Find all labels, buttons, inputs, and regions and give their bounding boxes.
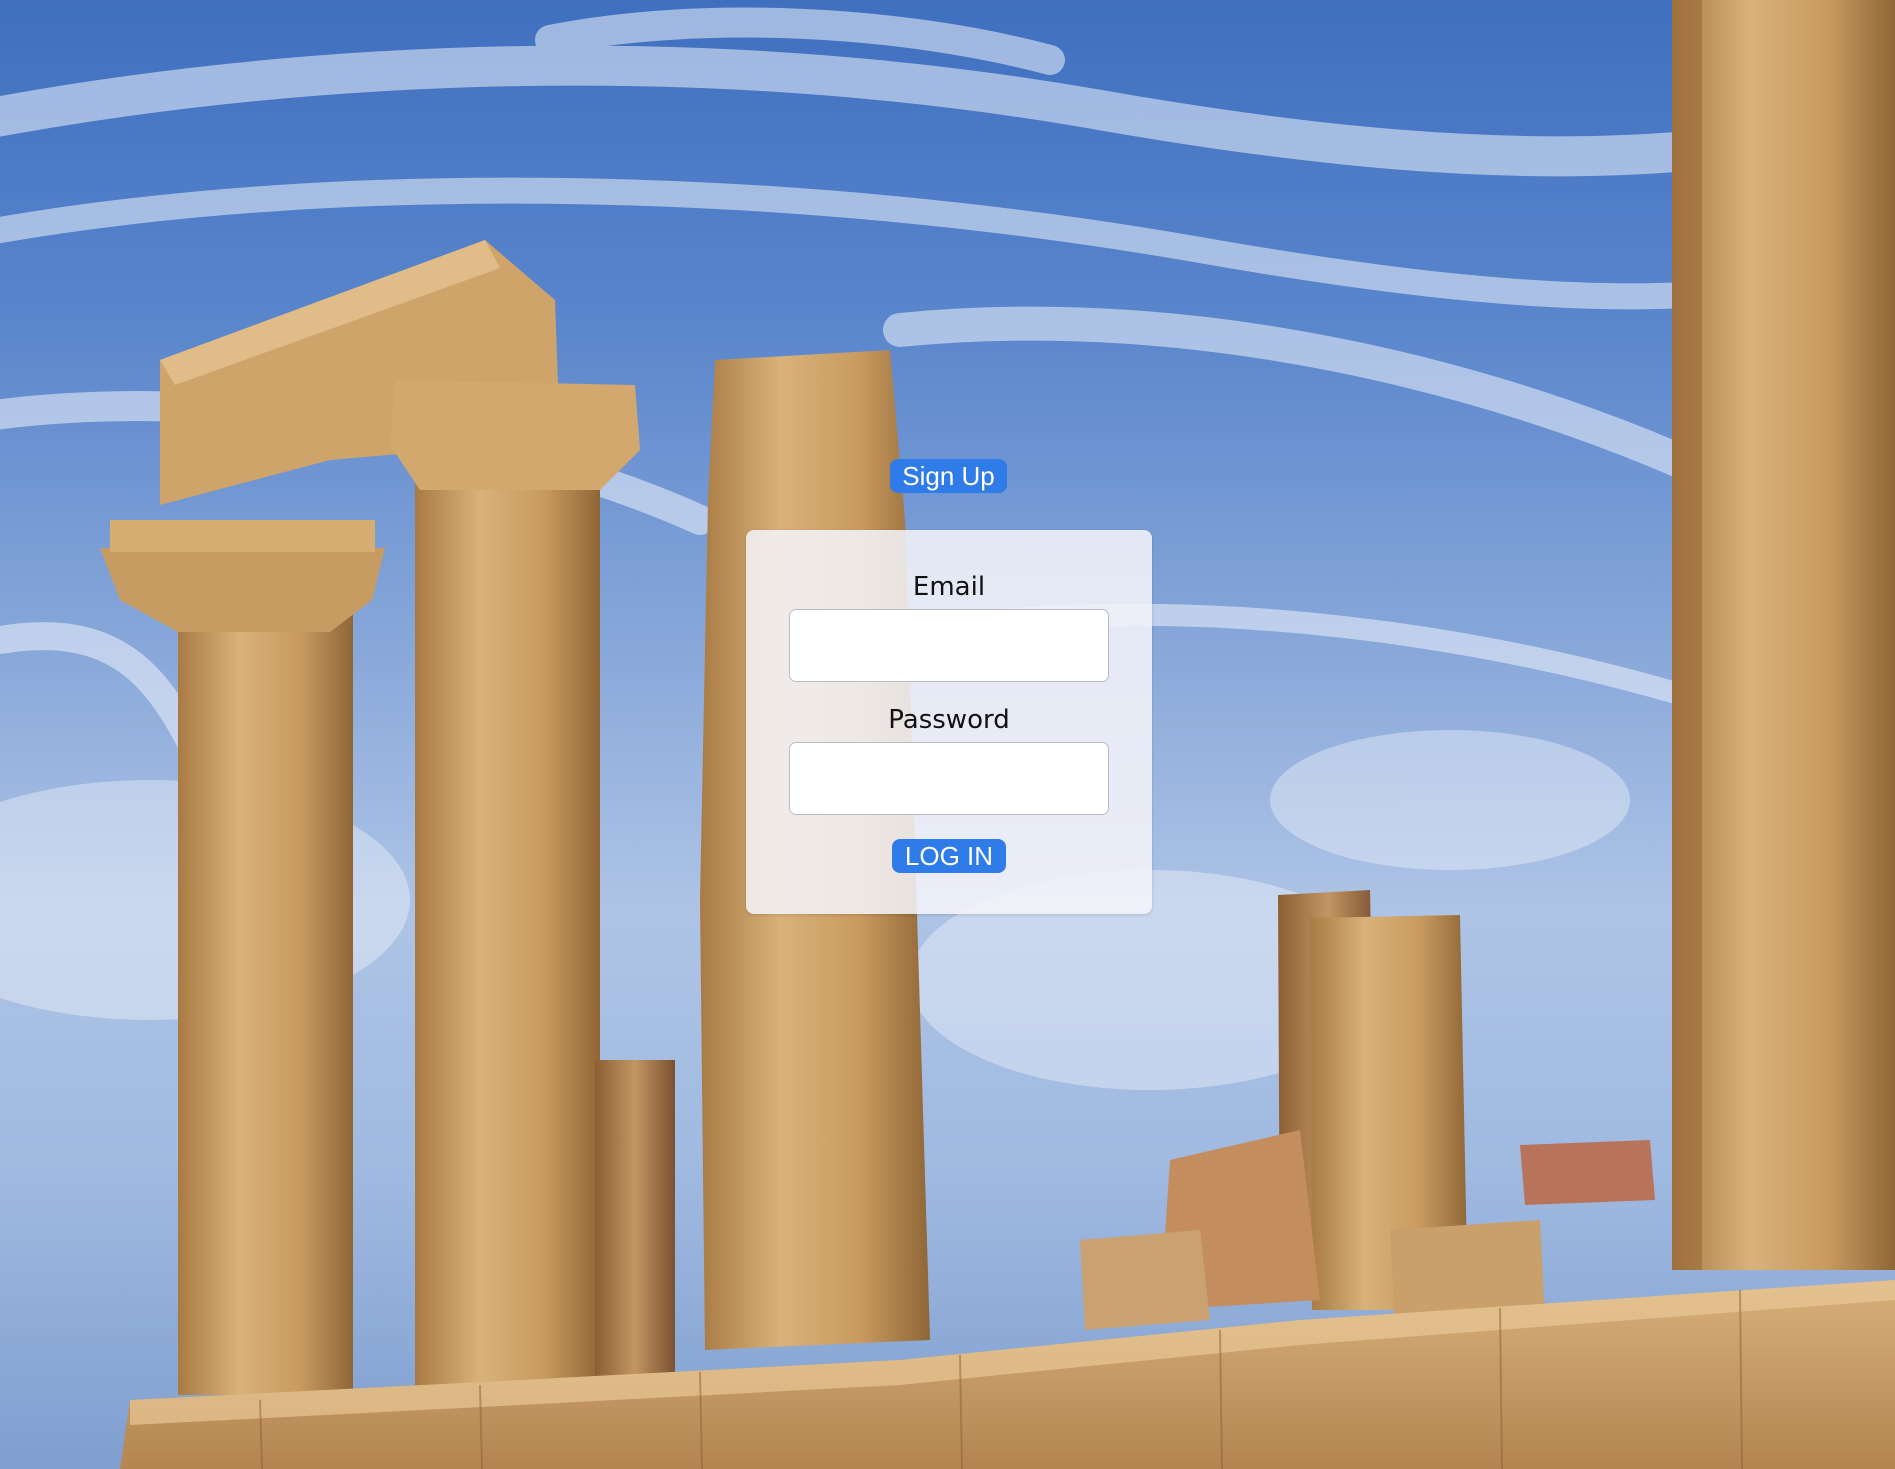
email-label: Email xyxy=(912,572,986,602)
password-label: Password xyxy=(888,705,1010,735)
email-field[interactable] xyxy=(789,609,1109,682)
password-field[interactable] xyxy=(789,742,1109,815)
login-page: Sign Up Email Password LOG IN xyxy=(0,0,1895,1469)
login-button[interactable]: LOG IN xyxy=(892,839,1006,873)
login-card: Email Password LOG IN xyxy=(746,530,1152,914)
signup-button[interactable]: Sign Up xyxy=(890,459,1007,493)
